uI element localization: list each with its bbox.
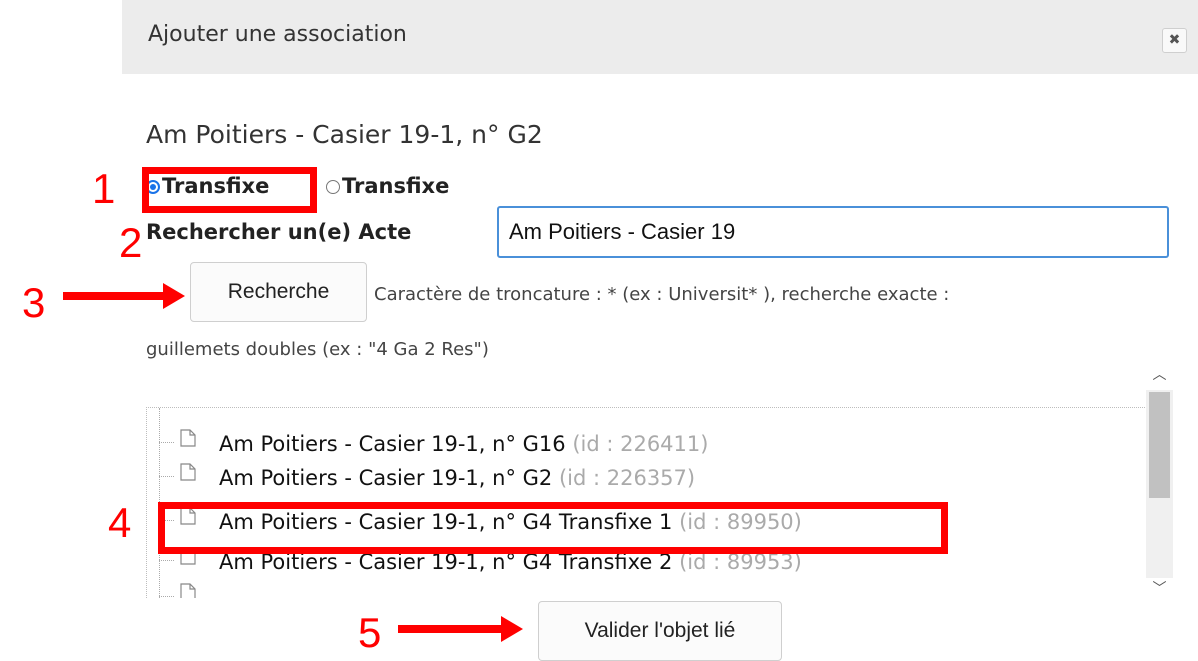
search-help-text-continued: guillemets doubles (ex : "4 Ga 2 Res") [146,339,489,360]
radio-unchecked-icon [326,180,340,194]
annotation-number-2: 2 [119,219,143,266]
close-button[interactable]: ✖ [1162,28,1187,53]
dialog-header: Ajouter une association ✖ [122,0,1198,74]
search-help-text: Caractère de troncature : * (ex : Univer… [374,284,950,305]
search-input[interactable] [497,206,1169,258]
annotation-number-5: 5 [358,609,382,656]
tree-item-title: Am Poitiers - Casier 19-1, n° G2 [219,466,553,490]
tree-item-title: Am Poitiers - Casier 19-1, n° G16 [219,432,566,456]
radio-transfixe-2[interactable]: Transfixe [326,174,449,198]
close-icon: ✖ [1168,32,1181,48]
annotation-number-4: 4 [108,499,132,546]
annotation-number-3: 3 [22,279,46,326]
tree-item-label: Am Poitiers - Casier 19-1, n° G16 (id : … [219,432,708,456]
tree-connector [159,596,174,597]
annotation-box-radio [142,167,317,213]
tree-item-id: (id : 226411) [572,432,709,456]
document-icon [180,463,196,481]
tree-item-label: Am Poitiers - Casier 19-1, n° G2 (id : 2… [219,466,695,490]
validate-linked-object-button[interactable]: Valider l'objet lié [538,601,782,661]
record-title: Am Poitiers - Casier 19-1, n° G2 [146,120,543,149]
dialog-title: Ajouter une association [148,22,407,47]
scroll-thumb[interactable] [1149,392,1170,498]
annotation-arrow-5 [398,625,501,633]
document-icon [180,429,196,447]
annotation-arrow-3 [63,292,163,300]
arrow-head-icon [163,283,185,309]
search-label: Rechercher un(e) Acte [146,220,412,244]
tree-connector [159,442,174,443]
tree-connector [159,476,174,477]
radio-label: Transfixe [342,174,450,198]
tree-connector [159,560,174,561]
annotation-box-result [158,502,948,554]
document-icon [180,583,196,598]
search-button[interactable]: Recherche [190,262,367,322]
annotation-number-1: 1 [92,165,116,212]
results-scrollbar[interactable]: ︿ ﹀ [1146,362,1173,602]
arrow-head-icon [501,616,523,642]
chevron-down-icon[interactable]: ﹀ [1146,576,1173,602]
chevron-up-icon[interactable]: ︿ [1146,362,1173,388]
tree-item-id: (id : 226357) [558,466,696,490]
